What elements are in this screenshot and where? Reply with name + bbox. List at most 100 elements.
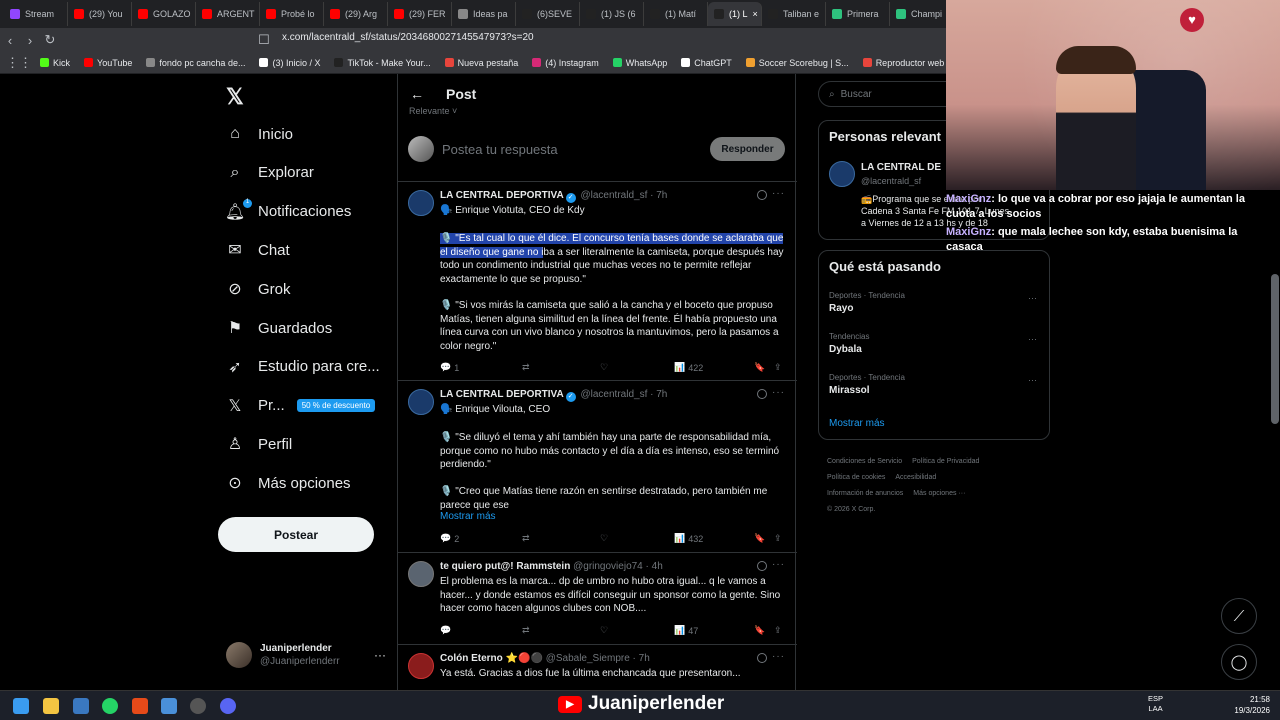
store-icon[interactable] <box>73 698 89 714</box>
message-icon[interactable]: ◯ <box>1221 644 1257 680</box>
like-icon[interactable]: ♡ <box>600 625 674 636</box>
show-more-link[interactable]: Mostrar más <box>829 418 885 429</box>
browser-tab[interactable]: (1) JS (6 <box>580 2 644 26</box>
browser-tab[interactable]: (1) Matí <box>644 2 708 26</box>
trend-item[interactable]: Deportes · Tendencia Rayo <box>829 291 905 314</box>
bookmark-item[interactable]: WhatsApp <box>612 58 667 68</box>
repost-icon[interactable]: ⇄ <box>522 533 600 544</box>
tweet-author[interactable]: Colón Eterno ⭐🔴⚫ <box>440 653 543 664</box>
show-more-link[interactable]: Mostrar más <box>440 511 496 522</box>
grok-icon[interactable] <box>757 561 767 571</box>
nav-item-perfil[interactable]: ♙ Perfil <box>226 435 292 454</box>
bookmark-icon[interactable]: 🔖 <box>754 625 774 636</box>
more-icon[interactable]: ··· <box>772 559 785 570</box>
forward-icon[interactable]: › <box>20 33 40 48</box>
tweet-author[interactable]: te quiero put@! Rammstein <box>440 561 570 572</box>
nav-item-explorar[interactable]: ⌕ Explorar <box>226 164 314 182</box>
sort-dropdown[interactable]: Relevante ˅ <box>409 106 457 116</box>
reply-input[interactable]: Postea tu respuesta <box>442 142 558 157</box>
trend-item[interactable]: Deportes · Tendencia Mirassol <box>829 373 905 396</box>
more-icon[interactable]: ··· <box>1028 334 1037 344</box>
like-icon[interactable]: ♡ <box>600 362 674 373</box>
account-switcher[interactable]: Juaniperlender @Juaniperlenderr ··· <box>226 642 386 668</box>
footer-link[interactable]: Condiciones de Servicio <box>827 458 902 465</box>
reply-action[interactable]: 💬 1 <box>440 362 522 373</box>
x-logo-icon[interactable]: 𝕏 <box>226 84 244 110</box>
more-icon[interactable]: ··· <box>374 648 386 662</box>
more-icon[interactable]: ··· <box>772 651 785 662</box>
more-icon[interactable]: ··· <box>1028 293 1037 303</box>
share-icon[interactable]: ⇪ <box>774 625 782 636</box>
views-action[interactable]: 📊 432 <box>674 533 754 544</box>
reply-button[interactable]: Responder <box>710 137 785 161</box>
nav-item-inicio[interactable]: ⌂ Inicio <box>226 125 293 143</box>
bookmark-item[interactable]: Kick <box>40 58 70 68</box>
bookmark-item[interactable]: Reproductor web d... <box>862 58 959 68</box>
browser-tab[interactable]: (1) L × <box>708 2 762 26</box>
views-action[interactable]: 📊 47 <box>674 625 754 636</box>
views-action[interactable]: 📊 422 <box>674 362 754 373</box>
grok-icon[interactable] <box>757 389 767 399</box>
browser-tab[interactable]: (29) FER <box>388 2 452 26</box>
tweet[interactable]: LA CENTRAL DEPORTIVA ✓ @lacentrald_sf · 7… <box>398 182 797 381</box>
windows-start-icon[interactable] <box>13 698 29 714</box>
apps-icon[interactable]: ⋮⋮ <box>6 55 32 71</box>
brave-icon[interactable] <box>132 698 148 714</box>
relevant-name[interactable]: LA CENTRAL DE <box>861 162 941 173</box>
bookmark-item[interactable]: fondo pc cancha de... <box>146 58 245 68</box>
bookmark-item[interactable]: Nueva pestaña <box>444 58 518 68</box>
bookmark-icon[interactable]: 🔖 <box>754 362 774 373</box>
clock[interactable]: 21:58 19/3/2026 <box>1220 694 1270 716</box>
repost-icon[interactable]: ⇄ <box>522 625 600 636</box>
footer-link[interactable]: Accesibilidad <box>895 474 936 481</box>
close-tab-icon[interactable]: × <box>753 9 758 19</box>
scrollbar[interactable] <box>1271 274 1279 424</box>
tweet-author[interactable]: LA CENTRAL DEPORTIVA <box>440 190 564 201</box>
bookmark-item[interactable]: Soccer Scorebug | S... <box>745 58 849 68</box>
browser-tab[interactable]: (29) You <box>68 2 132 26</box>
reply-icon[interactable]: 💬 <box>440 625 522 636</box>
tweet-author[interactable]: LA CENTRAL DEPORTIVA <box>440 389 564 400</box>
nav-item-estudio-para-cre[interactable]: ➶ Estudio para cre... <box>226 358 379 376</box>
nav-item-notificaciones[interactable]: 🔔︎ 1 Notificaciones <box>225 198 351 221</box>
browser-tab[interactable]: ARGENT <box>196 2 260 26</box>
grok-icon[interactable]: ⟋ <box>1221 598 1257 634</box>
bookmark-item[interactable]: (4) Instagram <box>532 58 599 68</box>
footer-link[interactable]: Más opciones ··· <box>913 490 965 497</box>
nav-item-más-opciones[interactable]: ⊙ Más opciones <box>226 474 350 493</box>
share-icon[interactable]: ⇪ <box>774 362 782 373</box>
more-icon[interactable]: ··· <box>1028 375 1037 385</box>
obs-icon[interactable] <box>190 698 206 714</box>
more-icon[interactable]: ··· <box>772 387 785 398</box>
like-icon[interactable]: ♡ <box>600 533 674 544</box>
bookmark-item[interactable]: TikTok - Make Your... <box>334 58 431 68</box>
tweet[interactable]: LA CENTRAL DEPORTIVA ✓ @lacentrald_sf · 7… <box>398 381 797 553</box>
footer-link[interactable]: Información de anuncios <box>827 490 903 497</box>
bookmark-item[interactable]: ChatGPT <box>681 58 732 68</box>
back-arrow-icon[interactable]: ← <box>410 86 424 102</box>
whatsapp-icon[interactable] <box>102 698 118 714</box>
more-icon[interactable]: ··· <box>772 188 785 199</box>
browser-tab[interactable]: (6)SEVE <box>516 2 580 26</box>
post-button[interactable]: Postear <box>218 517 374 552</box>
language-indicator[interactable]: ESP LAA <box>1148 694 1163 714</box>
trend-item[interactable]: Tendencias Dybala <box>829 332 869 355</box>
url-field[interactable]: x.com/lacentrald_sf/status/2034680027145… <box>282 32 534 43</box>
file-explorer-icon[interactable] <box>43 698 59 714</box>
nav-item-grok[interactable]: ⊘ Grok <box>226 280 290 299</box>
bookmark-icon[interactable]: 🔖 <box>754 533 774 544</box>
browser-tab[interactable]: Primera <box>826 2 890 26</box>
browser-tab[interactable]: Champi <box>890 2 954 26</box>
tweet[interactable]: Colón Eterno ⭐🔴⚫ @Sabale_Siempre · 7h ··… <box>398 645 797 690</box>
footer-link[interactable]: Política de cookies <box>827 474 885 481</box>
browser-tab[interactable]: GOLAZO <box>132 2 196 26</box>
footer-link[interactable]: Política de Privacidad <box>912 458 979 465</box>
reply-action[interactable]: 💬 2 <box>440 533 522 544</box>
bookmark-item[interactable]: YouTube <box>84 58 132 68</box>
nav-item-guardados[interactable]: ⚑ Guardados <box>226 319 332 338</box>
discord-icon[interactable] <box>220 698 236 714</box>
nav-item-pr[interactable]: 𝕏 Pr... 50 % de descuento <box>226 397 376 415</box>
grok-icon[interactable] <box>757 653 767 663</box>
grok-icon[interactable] <box>757 190 767 200</box>
back-icon[interactable]: ‹ <box>0 33 20 48</box>
